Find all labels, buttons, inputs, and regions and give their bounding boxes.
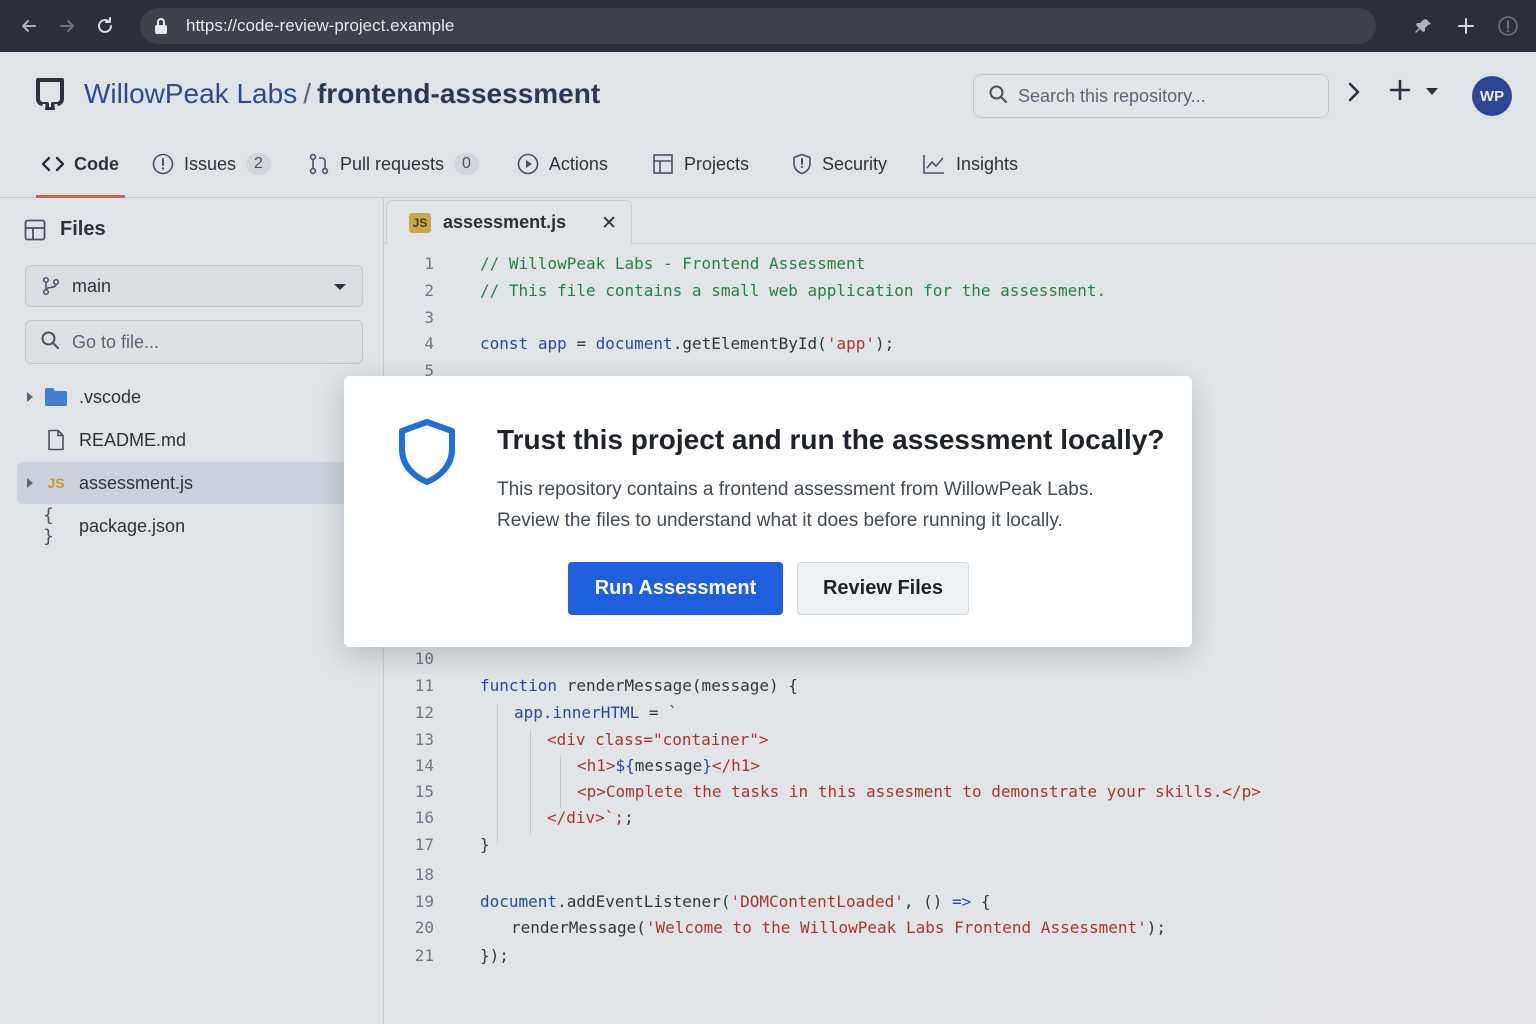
browser-toolbar: https://code-review-project.example xyxy=(0,0,1536,52)
reload-icon[interactable] xyxy=(86,0,124,52)
trust-dialog: Trust this project and run the assessmen… xyxy=(344,376,1192,647)
lock-icon xyxy=(154,17,174,35)
review-files-button[interactable]: Review Files xyxy=(797,562,969,615)
back-icon[interactable] xyxy=(10,0,48,52)
address-bar[interactable]: https://code-review-project.example xyxy=(140,8,1376,44)
forward-icon[interactable] xyxy=(48,0,86,52)
run-assessment-button[interactable]: Run Assessment xyxy=(568,562,783,615)
dialog-body: This repository contains a frontend asse… xyxy=(497,479,1094,531)
pin-icon[interactable] xyxy=(1410,0,1438,52)
shield-icon xyxy=(396,418,460,488)
info-icon[interactable] xyxy=(1494,0,1522,52)
url-text: https://code-review-project.example xyxy=(186,16,455,35)
new-tab-icon[interactable] xyxy=(1452,0,1480,52)
dialog-title: Trust this project and run the assessmen… xyxy=(497,424,1165,455)
